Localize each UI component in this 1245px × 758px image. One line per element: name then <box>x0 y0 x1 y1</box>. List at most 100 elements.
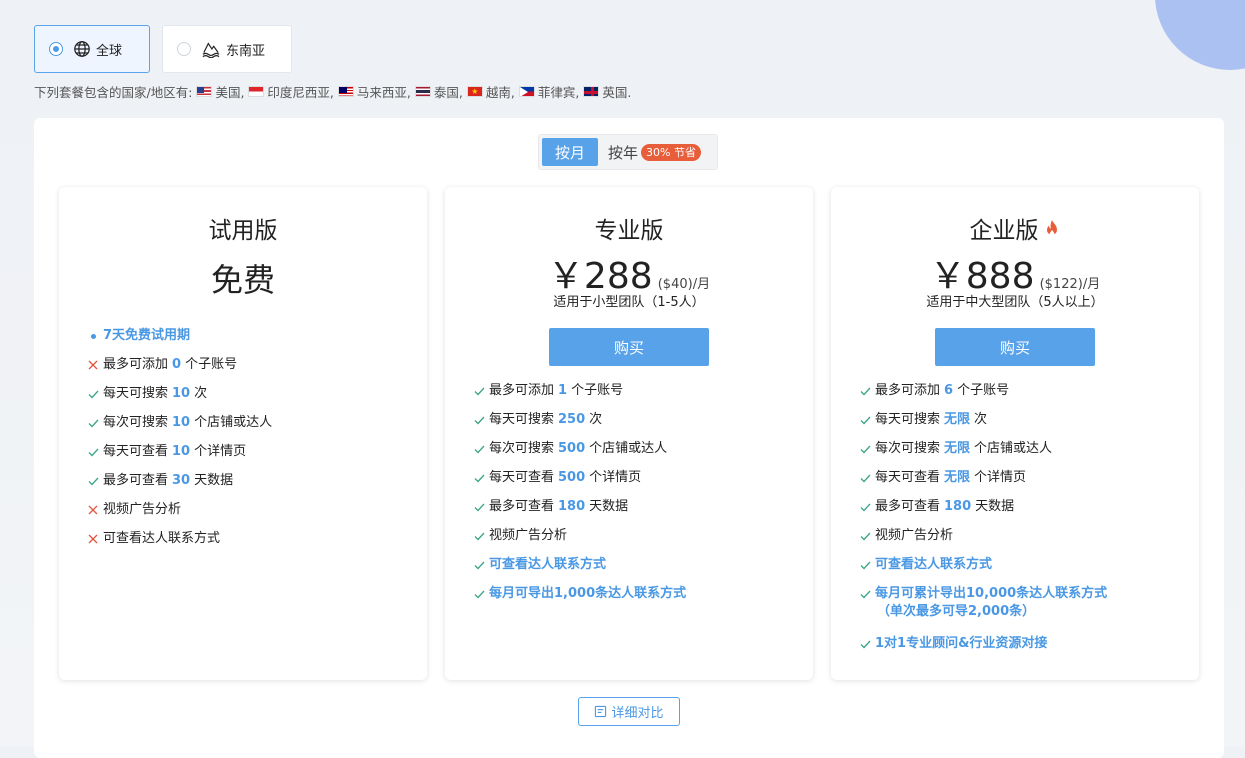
check-icon <box>857 440 873 458</box>
ph-flag-icon <box>518 86 535 97</box>
billing-yearly-label: 按年 <box>608 143 639 162</box>
feature-text: 视频广告分析 <box>103 502 182 517</box>
feature-item: 每次可搜索 500 个店铺或达人 <box>471 440 686 469</box>
feature-item: 7天免费试用期 <box>85 327 272 356</box>
country-us: 美国, <box>196 82 244 101</box>
gb-flag-icon <box>583 86 600 97</box>
region-tabs: 全球 东南亚 <box>34 25 292 73</box>
check-icon <box>857 382 873 400</box>
check-icon <box>85 443 101 461</box>
billing-toggle: 按月 按年 30% 节省 <box>538 134 718 170</box>
feature-item: 每月可累计导出10,000条达人联系方式 （单次最多可导2,000条） <box>857 585 1107 635</box>
feature-item: 每次可搜索 10 个店铺或达人 <box>85 414 272 443</box>
compare-button[interactable]: 详细对比 <box>578 697 680 726</box>
country-vn: ★ 越南, <box>466 82 515 101</box>
feature-text: 每天可搜索 250 次 <box>489 412 603 427</box>
us-flag-icon <box>196 86 213 97</box>
feature-item: 每天可搜索 250 次 <box>471 411 686 440</box>
feature-text: 每天可搜索 10 次 <box>103 386 208 401</box>
country-ph: 菲律宾, <box>518 82 579 101</box>
check-icon <box>471 382 487 400</box>
country-gb: 英国. <box>583 82 631 101</box>
check-icon <box>857 411 873 429</box>
feature-item: 最多可查看 180 天数据 <box>857 498 1107 527</box>
bullet-dot-icon <box>85 327 101 345</box>
feature-text: 最多可查看 180 天数据 <box>489 499 629 514</box>
feature-item: 可查看达人联系方式 <box>857 556 1107 585</box>
feature-item: 最多可查看 180 天数据 <box>471 498 686 527</box>
feature-item: 每次可搜索 无限 个店铺或达人 <box>857 440 1107 469</box>
feature-item: 可查看达人联系方式 <box>471 556 686 585</box>
region-tab-global[interactable]: 全球 <box>34 25 150 73</box>
plan-card-enterprise: 企业版 ￥888 ($122)/月 适用于中大型团队（5人以上） 购买 最多可添… <box>831 187 1199 680</box>
country-prefix: 下列套餐包含的国家/地区有: <box>34 85 193 100</box>
check-icon <box>857 469 873 487</box>
plan-name: 试用版 <box>208 218 278 244</box>
feature-text: 每天可查看 无限 个详情页 <box>875 470 1027 485</box>
feature-text: 最多可查看 30 天数据 <box>103 473 234 488</box>
feature-item: 每天可搜索 10 次 <box>85 385 272 414</box>
document-icon <box>595 705 607 718</box>
cross-icon <box>85 530 101 548</box>
feature-text: 每天可查看 10 个详情页 <box>103 444 247 459</box>
feature-text: 最多可添加 1 个子账号 <box>489 383 624 398</box>
country-my: 马来西亚, <box>337 82 411 101</box>
feature-item: 每天可查看 无限 个详情页 <box>857 469 1107 498</box>
cross-icon <box>85 501 101 519</box>
region-tab-sea[interactable]: 东南亚 <box>162 25 292 73</box>
buy-button-enterprise[interactable]: 购买 <box>935 328 1095 366</box>
pricing-panel: 按月 按年 30% 节省 试用版 免费 7天免费试用期 最多可添加 0 个子账号 每天可… <box>34 118 1224 758</box>
fire-icon <box>1043 219 1061 245</box>
feature-item: 最多可添加 0 个子账号 <box>85 356 272 385</box>
check-icon <box>85 385 101 403</box>
feature-text: 每次可搜索 500 个店铺或达人 <box>489 441 668 456</box>
country-th: 泰国, <box>414 82 463 101</box>
feature-item: 每天可查看 500 个详情页 <box>471 469 686 498</box>
check-icon <box>857 585 873 603</box>
radio-sea[interactable] <box>177 42 191 56</box>
billing-yearly-button[interactable]: 按年 30% 节省 <box>598 138 701 166</box>
feature-text: 可查看达人联系方式 <box>489 557 607 572</box>
check-icon <box>857 556 873 574</box>
buy-button-pro[interactable]: 购买 <box>549 328 709 366</box>
feature-item: 最多可查看 30 天数据 <box>85 472 272 501</box>
globe-icon <box>74 41 90 57</box>
cross-icon <box>85 356 101 374</box>
feature-text: 最多可添加 6 个子账号 <box>875 383 1010 398</box>
feature-item: 每天可搜索 无限次 <box>857 411 1107 440</box>
feature-text: 每天可搜索 无限次 <box>875 412 988 427</box>
feature-item: 每天可查看 10 个详情页 <box>85 443 272 472</box>
check-icon <box>471 527 487 545</box>
plan-price: 免费 <box>210 261 275 299</box>
feature-item: 最多可添加 1 个子账号 <box>471 382 686 411</box>
decorative-blob <box>1155 0 1245 70</box>
vn-flag-icon: ★ <box>466 86 483 97</box>
feature-text: 每月可导出1,000条达人联系方式 <box>489 586 687 601</box>
feature-item: 最多可添加 6 个子账号 <box>857 382 1107 411</box>
feature-item: 视频广告分析 <box>857 527 1107 556</box>
check-icon <box>471 556 487 574</box>
feature-item: 视频广告分析 <box>85 501 272 530</box>
plan-card-pro: 专业版 ￥288 ($40)/月 适用于小型团队（1-5人） 购买 最多可添加 1… <box>445 187 813 680</box>
th-flag-icon <box>414 86 431 97</box>
check-icon <box>471 498 487 516</box>
feature-text: 最多可添加 0 个子账号 <box>103 357 238 372</box>
my-flag-icon <box>337 86 354 97</box>
radio-global[interactable] <box>49 42 63 56</box>
feature-text: 1对1专业顾问&行业资源对接 <box>875 636 1048 651</box>
check-icon <box>471 411 487 429</box>
plan-name: 企业版 <box>831 211 1199 245</box>
feature-text: 7天免费试用期 <box>103 328 191 343</box>
feature-text: 视频广告分析 <box>489 528 568 543</box>
feature-list: 最多可添加 6 个子账号 每天可搜索 无限次每次可搜索 无限 个店铺或达人 每天可查看 无限 个详… <box>857 382 1107 664</box>
plan-audience: 适用于中大型团队（5人以上） <box>926 295 1104 310</box>
check-icon <box>471 585 487 603</box>
plan-price-usd: ($40)/月 <box>657 277 711 292</box>
feature-text: 最多可查看 180 天数据 <box>875 499 1015 514</box>
save-badge: 30% 节省 <box>641 143 701 161</box>
plan-audience: 适用于小型团队（1-5人） <box>553 295 705 310</box>
feature-text: 每天可查看 500 个详情页 <box>489 470 642 485</box>
billing-monthly-button[interactable]: 按月 <box>542 138 598 166</box>
feature-list: 7天免费试用期最多可添加 0 个子账号 每天可搜索 10 次每次可搜索 10 个店铺或达人 每天… <box>85 327 272 559</box>
country-id: 印度尼西亚, <box>248 82 334 101</box>
